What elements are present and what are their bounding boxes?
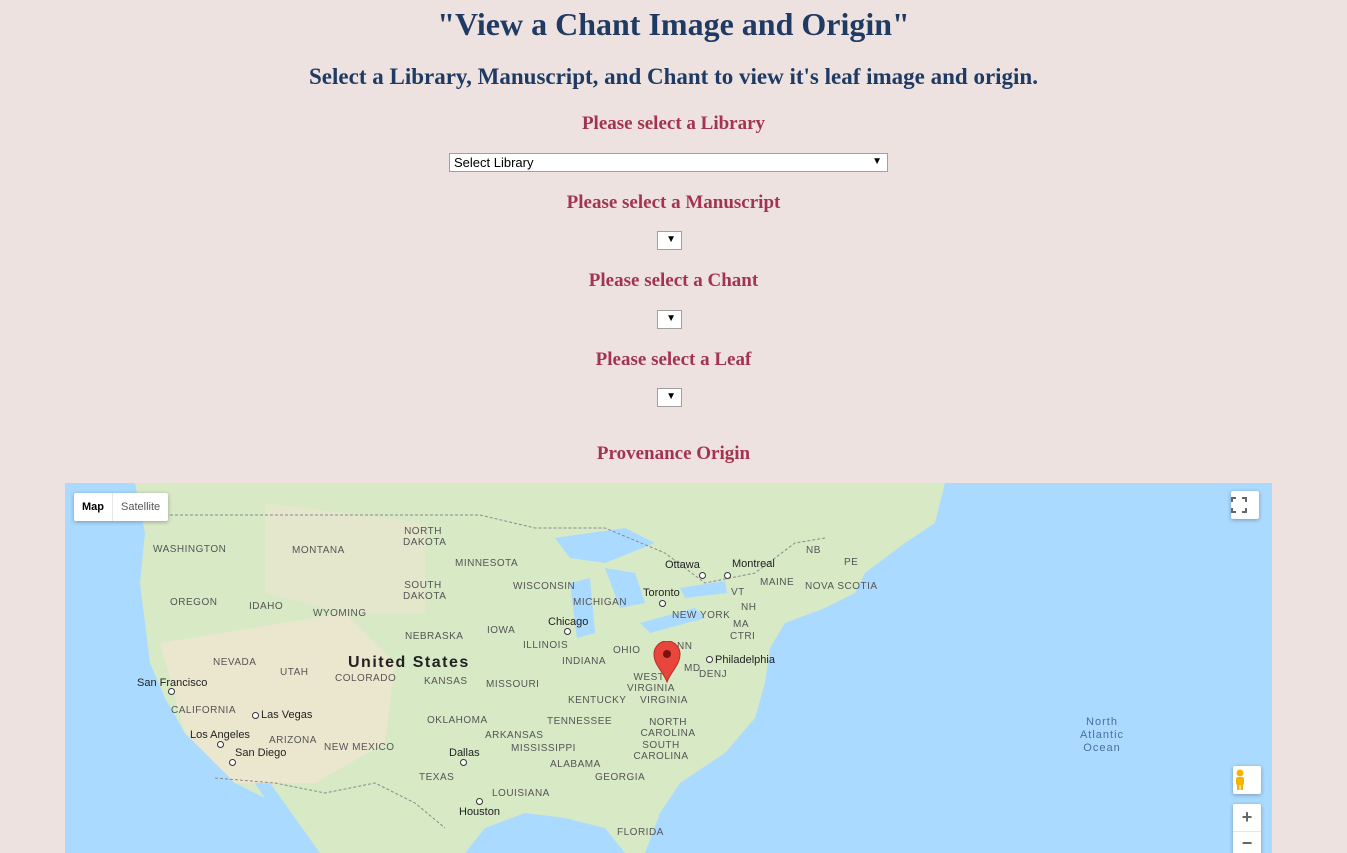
city-dot — [706, 656, 713, 663]
state-label: MA — [733, 619, 749, 630]
state-label: MISSISSIPPI — [511, 743, 576, 754]
state-label: PE — [844, 557, 859, 568]
state-label: TEXAS — [419, 772, 455, 783]
page-title: "View a Chant Image and Origin" — [437, 6, 910, 42]
leaf-select[interactable]: ▼ — [657, 388, 682, 407]
state-label: MISSOURI — [486, 679, 540, 690]
state-label: WISCONSIN — [513, 581, 576, 592]
state-label: SOUTH CAROLINA — [633, 740, 689, 762]
state-label: TENNESSEE — [547, 716, 613, 727]
library-label: Please select a Library — [581, 113, 766, 134]
state-label: CALIFORNIA — [171, 705, 237, 716]
state-label: MINNESOTA — [455, 558, 519, 569]
city-dot — [252, 712, 259, 719]
state-label: INDIANA — [562, 656, 607, 667]
state-label: KANSAS — [424, 676, 468, 687]
dropdown-arrow-icon: ▼ — [666, 234, 676, 245]
state-label: COLORADO — [335, 673, 397, 684]
zoom-in-button[interactable]: + — [1233, 804, 1261, 831]
state-label: MONTANA — [292, 545, 345, 556]
city-dot — [724, 572, 731, 579]
city-dot — [460, 759, 467, 766]
city-dot — [168, 688, 175, 695]
city-dot — [699, 572, 706, 579]
city-dot — [476, 798, 483, 805]
state-label: ARKANSAS — [485, 730, 544, 741]
state-label: CTRI — [730, 631, 756, 642]
state-label: NEBRASKA — [405, 631, 464, 642]
state-label: MICHIGAN — [573, 597, 627, 608]
state-label: GEORGIA — [595, 772, 646, 783]
state-label: WASHINGTON — [153, 544, 227, 555]
state-label: NORTH DAKOTA — [403, 526, 447, 548]
street-view-button[interactable] — [1233, 766, 1261, 794]
city-label: Chicago — [548, 616, 589, 628]
city-label: Los Angeles — [190, 729, 250, 741]
state-label: NB — [806, 545, 821, 556]
state-label: NEVADA — [213, 657, 257, 668]
city-label: Dallas — [449, 747, 480, 759]
state-label: IOWA — [487, 625, 516, 636]
city-label: Houston — [459, 806, 500, 818]
state-label: NOVA SCOTIA — [805, 581, 878, 592]
state-label: ALABAMA — [550, 759, 601, 770]
dropdown-arrow-icon: ▼ — [666, 391, 676, 402]
library-select[interactable]: Select Library ▼ — [449, 153, 888, 172]
library-select-value: Select Library — [454, 155, 534, 170]
state-label: FLORIDA — [617, 827, 664, 838]
state-label: VIRGINIA — [640, 695, 688, 706]
city-dot — [659, 600, 666, 607]
state-label: UTAH — [280, 667, 309, 678]
state-label: WYOMING — [313, 608, 367, 619]
city-label: San Diego — [235, 747, 287, 759]
city-label: Toronto — [643, 587, 680, 599]
country-label: United States — [348, 654, 470, 671]
city-dot — [564, 628, 571, 635]
city-label: Montreal — [732, 558, 775, 570]
dropdown-arrow-icon: ▼ — [666, 313, 676, 324]
state-label: OKLAHOMA — [427, 715, 488, 726]
provenance-label: Provenance Origin — [596, 443, 751, 464]
state-label: VT — [731, 587, 745, 598]
city-label: Ottawa — [665, 559, 700, 571]
state-label: OREGON — [170, 597, 218, 608]
manuscript-label: Please select a Manuscript — [566, 192, 781, 213]
ocean-label: North Atlantic Ocean — [1079, 716, 1125, 754]
city-label: Philadelphia — [715, 654, 775, 666]
state-label: NORTH CAROLINA — [640, 717, 696, 739]
pegman-icon — [1236, 769, 1244, 790]
state-label: SOUTH DAKOTA — [403, 580, 447, 602]
state-label: NEW YORK — [672, 610, 731, 621]
fullscreen-button[interactable] — [1231, 491, 1259, 519]
chant-label: Please select a Chant — [588, 270, 759, 291]
map-type-map-button[interactable]: Map — [74, 493, 113, 521]
page-subtitle: Select a Library, Manuscript, and Chant … — [309, 64, 1038, 89]
state-label: DENJ — [699, 669, 728, 680]
map-type-control: Map Satellite — [74, 493, 169, 521]
map-type-satellite-button[interactable]: Satellite — [113, 493, 168, 521]
state-label: KENTUCKY — [568, 695, 627, 706]
city-dot — [229, 759, 236, 766]
manuscript-select[interactable]: ▼ — [657, 231, 682, 250]
state-label: MAINE — [760, 577, 795, 588]
zoom-control: + − — [1233, 804, 1261, 853]
zoom-out-button[interactable]: − — [1233, 831, 1261, 853]
state-label: NEW MEXICO — [324, 742, 395, 753]
chant-select[interactable]: ▼ — [657, 310, 682, 329]
state-label: NH — [741, 602, 757, 613]
state-label: ILLINOIS — [523, 640, 569, 651]
fullscreen-icon — [1231, 497, 1247, 513]
location-marker-icon[interactable] — [653, 641, 681, 683]
provenance-map[interactable]: WASHINGTON MONTANA NORTH DAKOTA MINNESOT… — [65, 483, 1272, 853]
state-label: LOUISIANA — [492, 788, 550, 799]
city-dot — [217, 741, 224, 748]
dropdown-arrow-icon: ▼ — [872, 156, 882, 167]
city-label: Las Vegas — [261, 709, 313, 721]
leaf-label: Please select a Leaf — [595, 349, 752, 370]
state-label: OHIO — [613, 645, 641, 656]
state-label: ARIZONA — [269, 735, 317, 746]
state-label: IDAHO — [249, 601, 284, 612]
